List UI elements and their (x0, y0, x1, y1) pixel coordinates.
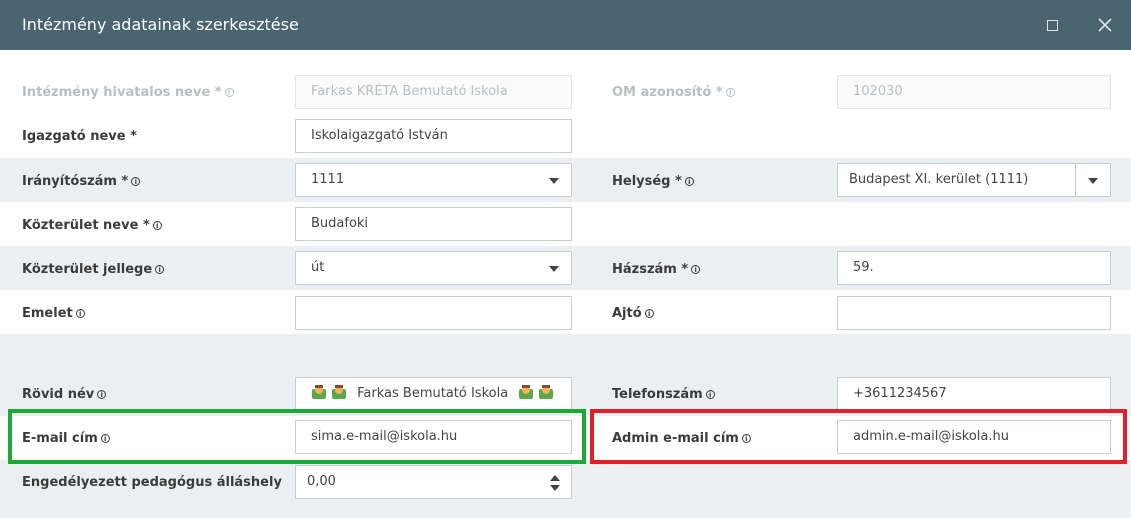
ajto-input[interactable] (837, 296, 1111, 330)
info-icon: i (691, 265, 701, 274)
info-icon: i (741, 434, 751, 443)
emelet-input[interactable] (295, 296, 572, 330)
info-icon: i (75, 309, 85, 318)
hazszam-input[interactable]: 59. (837, 251, 1111, 285)
dialog-title: Intézmény adatainak szerkesztése (22, 15, 299, 34)
chevron-down-icon[interactable] (1088, 178, 1098, 184)
email-input[interactable]: sima.e-mail@iskola.hu (295, 420, 572, 454)
admin-email-label: Admin e-mail cím i (612, 431, 751, 446)
telefonszam-input[interactable]: +3611234567 (837, 377, 1111, 411)
school-emoji-icon (519, 385, 534, 399)
spinner-up-icon[interactable] (550, 475, 560, 481)
school-emoji-icon (332, 385, 346, 399)
rovid-nev-label: Rövid név i (22, 387, 107, 402)
info-icon: i (725, 88, 735, 97)
info-icon: i (644, 309, 654, 318)
allashely-numeric-input[interactable]: 0,00 (295, 465, 572, 499)
emelet-label: Emelet i (22, 306, 85, 321)
igazgato-input[interactable]: Iskolaigazgató István (295, 119, 572, 153)
info-icon: i (705, 390, 715, 399)
telefonszam-label: Telefonszám i (612, 387, 715, 402)
ajto-label: Ajtó i (612, 306, 654, 321)
iranyitoszam-select[interactable]: 1111 (295, 163, 572, 197)
school-emoji-icon (539, 385, 554, 399)
hivatalos-nev-field: Farkas KRÉTA Bemutató Iskola (295, 75, 572, 109)
igazgato-label: Igazgató neve * (22, 129, 137, 144)
select-divider (1075, 164, 1076, 196)
chevron-down-icon[interactable] (549, 266, 559, 272)
om-azonosito-label: OM azonosító * i (612, 85, 735, 100)
row-bg-spacer (0, 334, 1131, 372)
dialog-titlebar: Intézmény adatainak szerkesztése (0, 0, 1131, 50)
admin-email-input[interactable]: admin.e-mail@iskola.hu (837, 420, 1111, 454)
info-icon: i (684, 177, 694, 186)
allashely-label: Engedélyezett pedagógus álláshely (22, 475, 282, 490)
chevron-down-icon[interactable] (549, 178, 559, 184)
helyseg-select[interactable]: Budapest XI. kerület (1111) (837, 163, 1111, 197)
info-icon: i (155, 265, 165, 274)
kozterulet-neve-label: Közterület neve * i (22, 218, 162, 233)
maximize-icon (1047, 20, 1058, 31)
close-icon (1098, 18, 1112, 32)
info-icon: i (97, 390, 107, 399)
info-icon: i (100, 434, 110, 443)
school-emoji-icon (312, 385, 326, 399)
maximize-button[interactable] (1042, 14, 1064, 36)
spinner-down-icon[interactable] (550, 485, 560, 491)
om-azonosito-field: 102030 (837, 75, 1111, 109)
kozterulet-jellege-select[interactable]: út (295, 251, 572, 285)
kozterulet-jellege-label: Közterület jellege i (22, 262, 165, 277)
hazszam-label: Házszám * i (612, 262, 701, 277)
form-spacer (0, 50, 1131, 72)
info-icon: i (131, 177, 141, 186)
kozterulet-neve-input[interactable]: Budafoki (295, 207, 572, 241)
iranyitoszam-label: Irányítószám * i (22, 174, 141, 189)
close-button[interactable] (1094, 14, 1116, 36)
rovid-nev-input[interactable]: Farkas Bemutató Iskola (295, 377, 572, 411)
helyseg-label: Helység * i (612, 174, 694, 189)
info-icon: i (152, 221, 162, 230)
email-label: E-mail cím i (22, 431, 110, 446)
hivatalos-nev-label: Intézmény hivatalos neve * i (22, 85, 234, 100)
info-icon: i (224, 88, 234, 97)
